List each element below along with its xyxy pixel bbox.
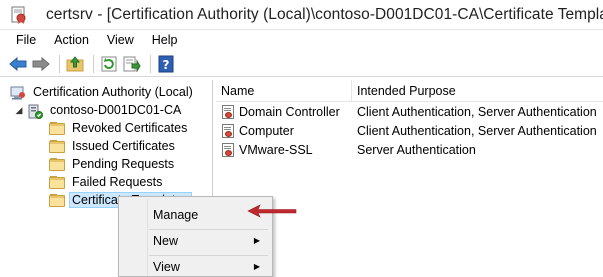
tree-item-revoked[interactable]: Revoked Certificates — [49, 119, 190, 137]
red-pointer-arrow-icon — [247, 204, 297, 218]
forward-arrow-icon[interactable] — [31, 54, 51, 74]
certsrv-icon[interactable] — [10, 6, 28, 24]
template-name: Domain Controller — [239, 104, 340, 119]
menu-bar: File Action View Help — [0, 30, 603, 51]
certificate-template-icon — [221, 123, 235, 138]
menu-item-new[interactable]: New ▶ — [121, 230, 270, 252]
refresh-icon[interactable] — [99, 54, 119, 74]
menu-help[interactable]: Help — [144, 30, 188, 51]
tree-root-label: Certification Authority (Local) — [33, 85, 193, 99]
window-title: certsrv - [Certification Authority (Loca… — [46, 5, 603, 23]
column-header-name[interactable]: Name — [216, 80, 352, 102]
template-purpose: Server Authentication — [357, 142, 476, 157]
menu-item-label: View — [153, 260, 180, 274]
up-folder-icon[interactable] — [65, 54, 85, 74]
toolbar-separator — [93, 54, 94, 73]
collapse-arrow-icon[interactable]: ◢ — [14, 105, 24, 115]
menu-item-label: New — [153, 234, 179, 248]
back-arrow-icon[interactable] — [8, 54, 28, 74]
folder-icon — [49, 121, 65, 135]
toolbar-separator — [59, 54, 60, 73]
svg-text:?: ? — [163, 58, 170, 72]
export-list-icon[interactable] — [122, 54, 142, 74]
menu-item-view[interactable]: View ▶ — [121, 256, 270, 277]
table-row[interactable]: Computer Client Authentication, Server A… — [216, 121, 603, 140]
menu-view[interactable]: View — [99, 30, 144, 51]
help-icon[interactable]: ? — [156, 54, 176, 74]
table-row[interactable]: VMware-SSL Server Authentication — [216, 140, 603, 159]
table-row[interactable]: Domain Controller Client Authentication,… — [216, 102, 603, 121]
tree-item-label: Failed Requests — [72, 175, 163, 189]
submenu-arrow-icon: ▶ — [253, 236, 260, 245]
ca-server-icon — [27, 104, 43, 119]
tree-item-label: Pending Requests — [72, 157, 175, 171]
tree-item-label: Revoked Certificates — [72, 121, 188, 135]
ca-snapin-icon — [10, 86, 26, 99]
folder-icon — [49, 157, 65, 171]
folder-icon — [49, 139, 65, 153]
column-header-intended-purpose[interactable]: Intended Purpose — [352, 80, 603, 102]
folder-icon — [49, 193, 65, 207]
menu-item-label: Manage — [153, 208, 199, 222]
template-name: VMware-SSL — [239, 142, 313, 157]
tree-item-root[interactable]: Certification Authority (Local) — [10, 83, 196, 101]
toolbar-separator — [150, 54, 151, 73]
tree-item-failed[interactable]: Failed Requests — [49, 173, 165, 191]
certificate-template-icon — [221, 104, 235, 119]
title-bar: certsrv - [Certification Authority (Loca… — [0, 0, 603, 30]
menu-action[interactable]: Action — [46, 30, 99, 51]
tree-ca-label: contoso-D001DC01-CA — [50, 103, 182, 117]
submenu-arrow-icon: ▶ — [253, 262, 260, 271]
template-purpose: Client Authentication, Server Authentica… — [357, 123, 597, 138]
tree-item-ca[interactable]: ◢ contoso-D001DC01-CA — [14, 101, 184, 119]
tree-item-issued[interactable]: Issued Certificates — [49, 137, 178, 155]
result-list: Name Intended Purpose Domain Controller … — [216, 80, 603, 277]
template-name: Computer — [239, 123, 294, 138]
menu-file[interactable]: File — [8, 30, 46, 51]
tree-item-label: Issued Certificates — [72, 139, 175, 153]
folder-icon — [49, 175, 65, 189]
certificate-template-icon — [221, 142, 235, 157]
toolbar: ? — [0, 51, 603, 77]
template-purpose: Client Authentication, Server Authentica… — [357, 104, 597, 119]
tree-item-pending[interactable]: Pending Requests — [49, 155, 177, 173]
